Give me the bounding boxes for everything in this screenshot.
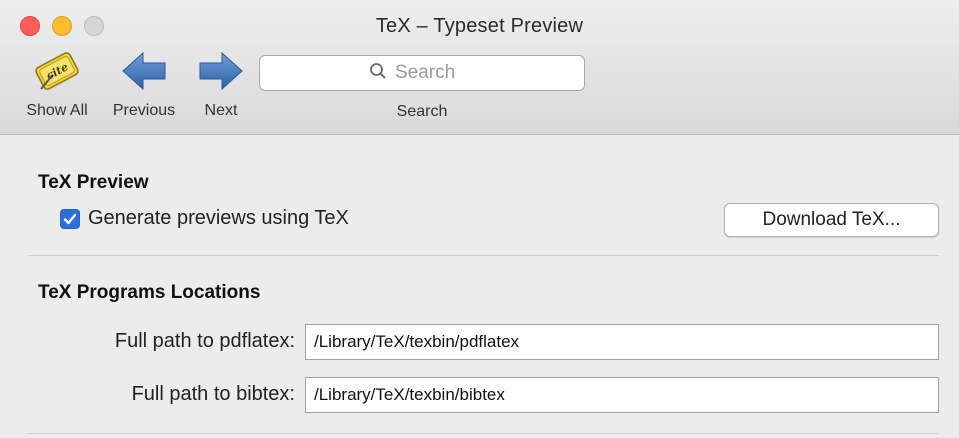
previous-label: Previous	[112, 102, 176, 119]
tex-preview-heading: TeX Preview	[38, 172, 149, 193]
preferences-window: TeX – Typeset Preview cite Show All Prev…	[0, 0, 959, 438]
pdflatex-path-row: Full path to pdflatex:	[0, 324, 959, 360]
bibtex-path-row: Full path to bibtex:	[0, 377, 959, 413]
search-label: Search	[396, 103, 448, 120]
bibtex-path-label: Full path to bibtex:	[131, 383, 295, 405]
pdflatex-path-input[interactable]	[305, 324, 939, 360]
generate-previews-checkbox[interactable]: Generate previews using TeX	[60, 207, 349, 230]
next-button[interactable]: Next	[192, 46, 250, 120]
show-all-button[interactable]: cite Show All	[14, 46, 100, 120]
generate-previews-label: Generate previews using TeX	[88, 207, 349, 229]
arrow-right-icon	[192, 46, 250, 96]
cite-app-icon: cite	[14, 46, 100, 96]
bottom-divider	[28, 433, 939, 434]
window-title: TeX – Typeset Preview	[375, 15, 584, 37]
tex-programs-heading: TeX Programs Locations	[38, 282, 261, 303]
download-tex-button[interactable]: Download TeX...	[724, 203, 939, 237]
title-toolbar: TeX – Typeset Preview cite Show All Prev…	[0, 0, 959, 135]
next-label: Next	[204, 102, 238, 119]
search-input[interactable]	[395, 62, 475, 84]
bibtex-path-input[interactable]	[305, 377, 939, 413]
section-divider	[28, 255, 939, 256]
checkbox-checked[interactable]	[60, 208, 80, 229]
arrow-left-icon	[104, 46, 184, 96]
search-field[interactable]	[259, 55, 585, 91]
search-icon	[369, 62, 387, 85]
checkmark-icon	[63, 213, 77, 224]
search-field-group: Search	[259, 55, 585, 120]
show-all-label: Show All	[26, 102, 88, 119]
pdflatex-path-label: Full path to pdflatex:	[114, 330, 295, 352]
previous-button[interactable]: Previous	[104, 46, 184, 120]
